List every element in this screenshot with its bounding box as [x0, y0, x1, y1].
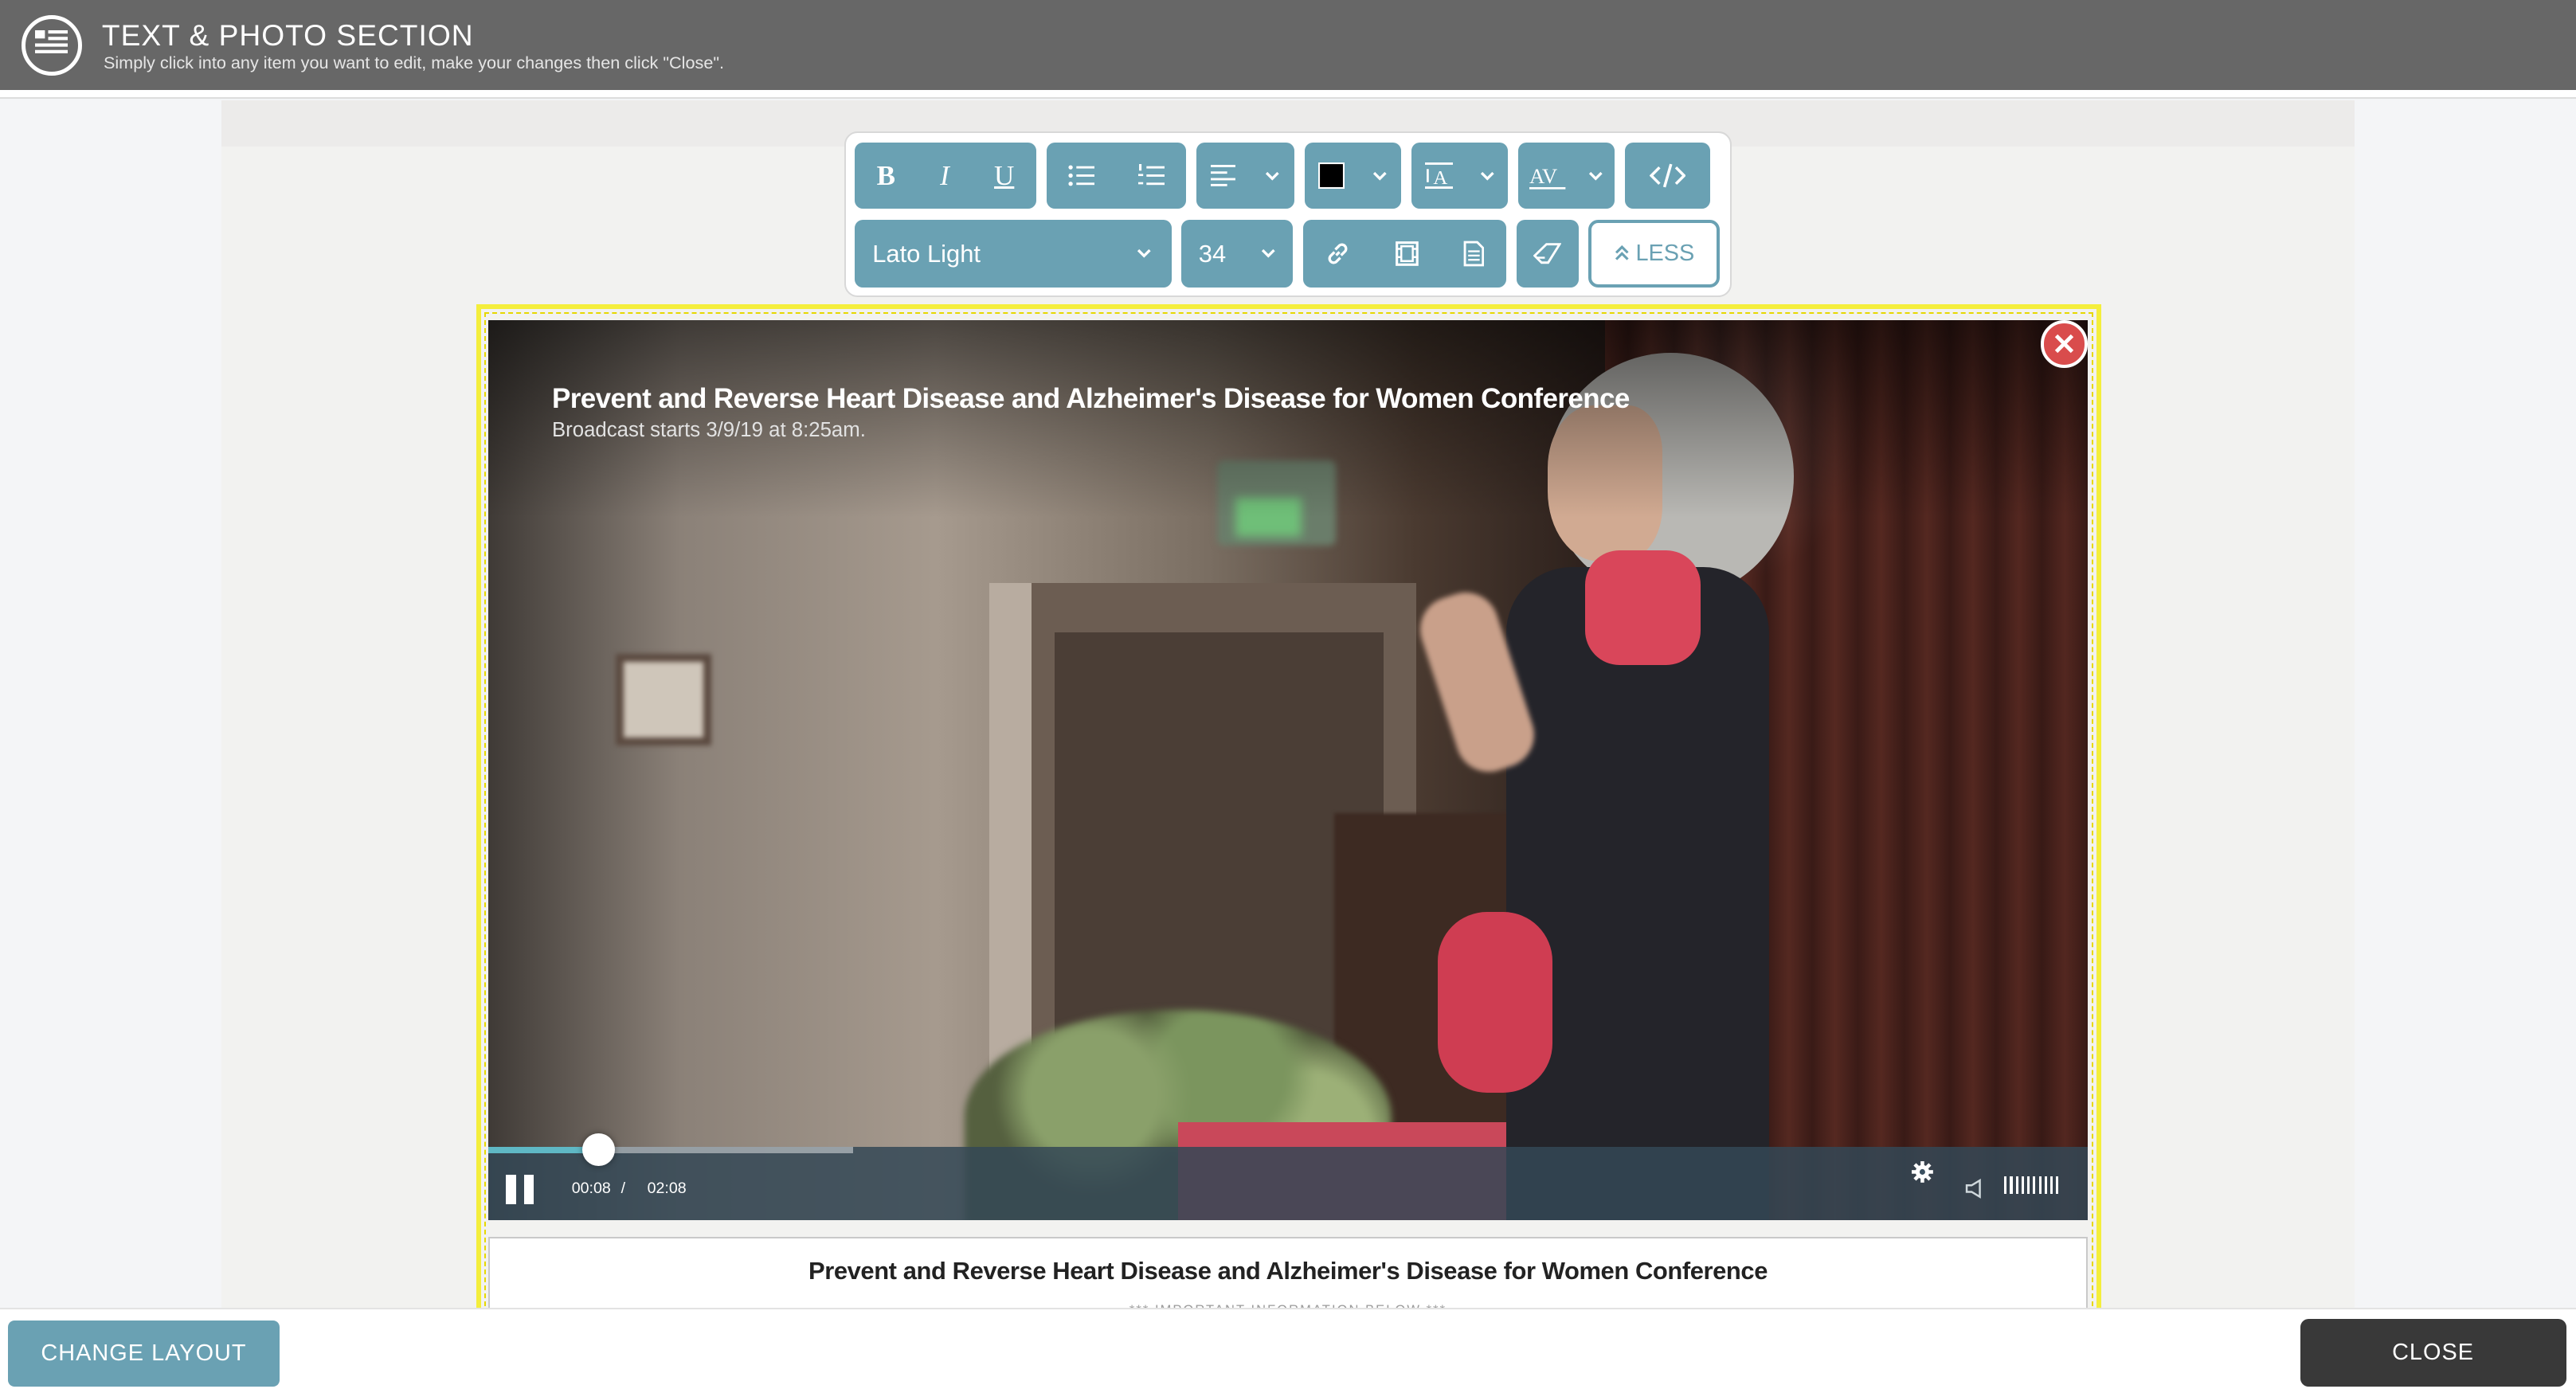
chevron-down-icon — [1588, 171, 1603, 181]
chevron-down-icon — [1261, 248, 1276, 259]
letter-spacing-icon: AV — [1529, 162, 1566, 190]
close-button[interactable]: CLOSE — [2300, 1319, 2566, 1387]
text-style-group: B I U — [854, 143, 1037, 209]
speaker-cloth — [1437, 911, 1553, 1093]
font-family-select[interactable]: Lato Light — [854, 220, 1172, 288]
seek-handle[interactable] — [581, 1133, 615, 1167]
chevron-down-icon — [1137, 248, 1152, 259]
video-broadcast-info: Broadcast starts 3/9/19 at 8:25am. — [552, 418, 866, 441]
caption-title[interactable]: Prevent and Reverse Heart Disease and Al… — [490, 1257, 2087, 1285]
text-color-dropdown[interactable] — [1304, 143, 1402, 209]
film-icon[interactable] — [1396, 241, 1419, 267]
section-list-icon — [21, 14, 83, 76]
video-player[interactable]: Prevent and Reverse Heart Disease and Al… — [487, 320, 2089, 1221]
footer-bar: CHANGE LAYOUT CLOSE — [0, 1307, 2576, 1389]
italic-button[interactable]: I — [940, 160, 949, 192]
code-view-button[interactable] — [1624, 143, 1711, 209]
list-group — [1046, 143, 1187, 209]
align-left-icon — [1211, 165, 1235, 187]
section-title: TEXT & PHOTO SECTION — [101, 18, 474, 52]
letter-spacing-dropdown[interactable]: AV — [1517, 143, 1615, 209]
gear-icon[interactable] — [1911, 1160, 1934, 1190]
change-layout-button[interactable]: CHANGE LAYOUT — [8, 1321, 280, 1387]
svg-text:A: A — [1433, 167, 1447, 189]
volume-level[interactable] — [2004, 1176, 2059, 1195]
font-size-value: 34 — [1198, 239, 1227, 268]
editor-header: TEXT & PHOTO SECTION Simply click into a… — [0, 0, 2576, 91]
link-icon[interactable] — [1325, 241, 1351, 267]
svg-text:AV: AV — [1529, 164, 1558, 188]
font-family-value: Lato Light — [872, 239, 981, 268]
video-controls: 00:08 / 02:08 — [487, 1133, 2089, 1221]
video-title: Prevent and Reverse Heart Disease and Al… — [552, 382, 1630, 414]
underline-button[interactable]: U — [994, 160, 1014, 192]
font-size-select[interactable]: 34 — [1180, 220, 1294, 288]
document-icon[interactable] — [1463, 241, 1485, 267]
chevron-down-icon — [1372, 171, 1388, 181]
time-separator: / — [621, 1179, 626, 1197]
less-label: LESS — [1635, 241, 1695, 267]
remove-video-button[interactable]: ✕ — [2040, 320, 2089, 368]
duration: 02:08 — [647, 1179, 687, 1197]
pause-icon[interactable] — [506, 1174, 535, 1204]
bold-button[interactable]: B — [877, 160, 895, 192]
font-size-style-dropdown[interactable]: A — [1411, 143, 1509, 209]
volume-icon[interactable] — [1965, 1175, 1985, 1205]
less-button[interactable]: LESS — [1588, 220, 1721, 288]
background-frame — [616, 653, 712, 746]
header-divider — [0, 90, 2576, 99]
align-dropdown[interactable] — [1196, 143, 1295, 209]
eraser-icon — [1533, 243, 1562, 264]
clear-format-button[interactable] — [1516, 220, 1580, 288]
current-time: 00:08 — [571, 1179, 611, 1197]
code-icon — [1649, 162, 1686, 189]
bullet-list-icon[interactable] — [1068, 164, 1095, 187]
insert-group — [1302, 220, 1507, 288]
close-icon: ✕ — [2051, 327, 2077, 361]
color-swatch-icon — [1318, 162, 1345, 190]
speaker-scarf — [1585, 550, 1701, 666]
section-instructions: Simply click into any item you want to e… — [103, 53, 725, 72]
numbered-list-icon[interactable] — [1137, 164, 1165, 187]
chevron-down-icon — [1480, 171, 1495, 181]
chevron-down-icon — [1265, 171, 1280, 181]
text-height-icon: A — [1424, 162, 1453, 190]
chevron-double-up-icon — [1615, 241, 1630, 267]
